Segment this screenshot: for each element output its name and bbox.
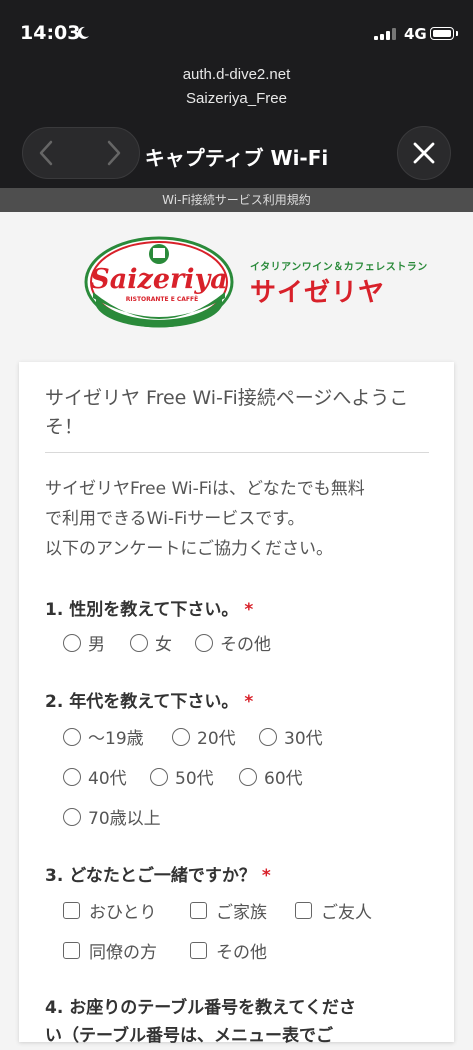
radio-option[interactable]: 70歳以上 [63,804,161,829]
required-mark: * [244,600,254,620]
signal-icon [374,28,396,40]
intro-line-2: で利用できるWi-Fiサービスです。 [45,509,305,529]
option-label: 40代 [88,769,127,789]
option-label: 50代 [175,769,214,789]
option-label: ご友人 [321,903,372,923]
required-mark: * [261,866,271,886]
radio-circle[interactable] [63,807,81,826]
radio-circle[interactable] [63,767,81,786]
radio-option[interactable]: 40代 [63,764,127,789]
terms-bar: Wi-Fi接続サービス利用規約 [0,188,473,212]
option-label: 70歳以上 [88,809,161,829]
radio-circle[interactable] [150,767,168,786]
option-label: 〜19歳 [88,729,144,749]
tagline-big: サイゼリヤ [250,278,386,308]
radio-circle[interactable] [239,767,257,786]
radio-option[interactable]: 女 [130,630,172,655]
question-gender: 1. 性別を教えて下さい。 * [45,595,253,620]
checkbox-option[interactable]: 同僚の方 [63,938,157,963]
divider [45,452,429,453]
checkbox-option[interactable]: ご家族 [190,898,267,923]
logo-subtext: RISTORANTE E CAFFÈ [126,295,198,303]
question-table-number: 4. お座りのテーブル番号を教えてくださ い（テーブル番号は、メニュー表でご [45,994,435,1050]
intro-text: サイゼリヤFree Wi-Fiは、どなたでも無料 で利用できるWi-Fiサービス… [45,474,430,564]
radio-circle[interactable] [195,633,213,652]
option-label: ご家族 [216,903,267,923]
question-label: 3. どなたとご一緒ですか？ [45,866,256,886]
option-label: その他 [216,943,267,963]
checkbox-option[interactable]: ご友人 [295,898,372,923]
option-label: 同僚の方 [89,943,157,963]
option-label: 男 [88,635,105,655]
radio-circle[interactable] [172,727,190,746]
checkbox[interactable] [295,902,312,919]
question-label: 1. 性別を教えて下さい。 [45,600,239,620]
question-companion: 3. どなたとご一緒ですか？ * [45,861,271,886]
ssid-text: Saizeriya_Free [186,90,287,107]
network-type: 4G [404,25,427,43]
radio-option[interactable]: その他 [195,630,271,655]
required-mark: * [244,692,254,712]
radio-circle[interactable] [259,727,277,746]
question-label-continued: い（テーブル番号は、メニュー表でご [45,1026,333,1046]
option-label: 30代 [284,729,323,749]
tagline-small: イタリアンワイン＆カフェレストラン [250,262,428,273]
intro-line-3: 以下のアンケートにご協力ください。 [45,539,333,559]
radio-option[interactable]: 男 [63,630,105,655]
intro-line-1: サイゼリヤFree Wi-Fiは、どなたでも無料 [45,479,365,499]
battery-tip [456,31,458,36]
question-label: 4. お座りのテーブル番号を教えてくださ [45,998,356,1018]
checkbox-option[interactable]: その他 [190,938,267,963]
radio-circle[interactable] [63,633,81,652]
radio-option[interactable]: 60代 [239,764,303,789]
radio-option[interactable]: 〜19歳 [63,724,144,749]
question-age: 2. 年代を教えて下さい。 * [45,687,253,712]
battery-icon [430,27,454,40]
captive-portal-header: 14:03 4G auth.d-dive2.net Saizeriya_Free… [0,0,473,188]
logo-wordmark: Saizeriya [90,264,227,295]
checkbox[interactable] [190,942,207,959]
option-label: 60代 [264,769,303,789]
checkbox[interactable] [190,902,207,919]
checkbox[interactable] [63,902,80,919]
radio-circle[interactable] [63,727,81,746]
checkbox[interactable] [63,942,80,959]
option-label: 20代 [197,729,236,749]
question-label: 2. 年代を教えて下さい。 [45,692,239,712]
close-icon [413,142,435,164]
radio-option[interactable]: 30代 [259,724,323,749]
status-time: 14:03 [20,22,81,44]
radio-option[interactable]: 20代 [172,724,236,749]
saizeriya-logo: Saizeriya RISTORANTE E CAFFÈ [84,236,234,328]
option-label: 女 [155,635,172,655]
option-label: おひとり [89,903,157,923]
checkbox-option[interactable]: おひとり [63,898,157,923]
moon-icon [77,26,89,39]
radio-option[interactable]: 50代 [150,764,214,789]
domain-text: auth.d-dive2.net [182,66,291,83]
welcome-heading: サイゼリヤ Free Wi-Fi接続ページへようこそ！ [45,387,409,438]
radio-circle[interactable] [130,633,148,652]
option-label: その他 [220,635,271,655]
close-button[interactable] [397,126,451,180]
